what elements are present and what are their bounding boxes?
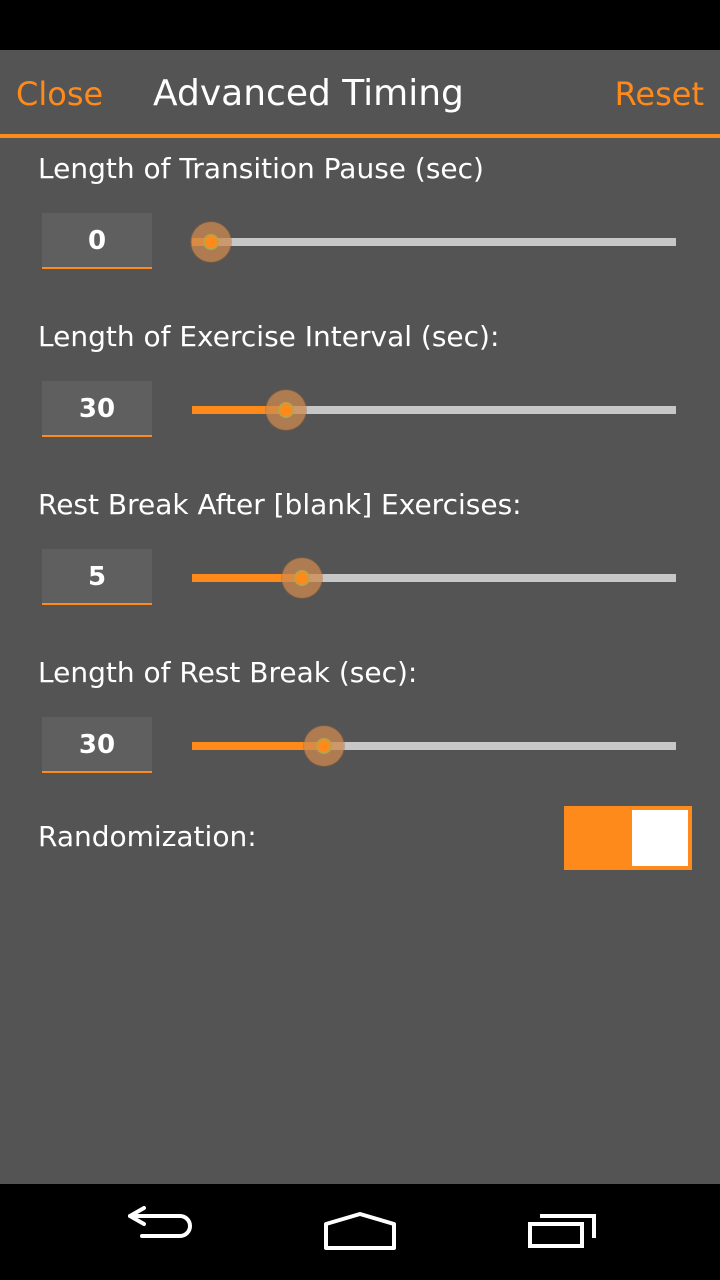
navigation-bar — [0, 1184, 720, 1280]
back-arrow-icon[interactable] — [122, 1206, 202, 1258]
exercise-interval-value[interactable]: 30 — [42, 381, 152, 437]
status-bar — [0, 0, 720, 50]
toggle-knob — [632, 810, 688, 866]
transition-pause-value[interactable]: 0 — [42, 213, 152, 269]
exercise-interval-label: Length of Exercise Interval (sec): — [38, 320, 500, 353]
transition-pause-slider[interactable] — [191, 222, 676, 262]
page-title: Advanced Timing — [153, 73, 464, 114]
rest-break-after-value[interactable]: 5 — [42, 549, 152, 605]
home-icon[interactable] — [322, 1206, 402, 1258]
rest-break-length-slider[interactable] — [192, 726, 676, 766]
rest-break-length-label: Length of Rest Break (sec): — [38, 656, 418, 689]
transition-pause-label: Length of Transition Pause (sec) — [38, 152, 484, 185]
slider-thumb[interactable] — [282, 558, 322, 598]
rest-break-length-value[interactable]: 30 — [42, 717, 152, 773]
rest-break-after-label: Rest Break After [blank] Exercises: — [38, 488, 522, 521]
slider-thumb[interactable] — [266, 390, 306, 430]
recent-apps-icon[interactable] — [522, 1206, 602, 1258]
slider-track — [192, 238, 676, 246]
randomization-toggle[interactable] — [564, 806, 692, 870]
exercise-interval-slider[interactable] — [192, 390, 676, 430]
randomization-label: Randomization: — [38, 820, 257, 853]
close-button[interactable]: Close — [16, 74, 103, 114]
slider-thumb[interactable] — [304, 726, 344, 766]
slider-thumb[interactable] — [191, 222, 231, 262]
header: Close Advanced Timing Reset — [0, 50, 720, 138]
reset-button[interactable]: Reset — [615, 74, 704, 114]
rest-break-after-slider[interactable] — [192, 558, 676, 598]
